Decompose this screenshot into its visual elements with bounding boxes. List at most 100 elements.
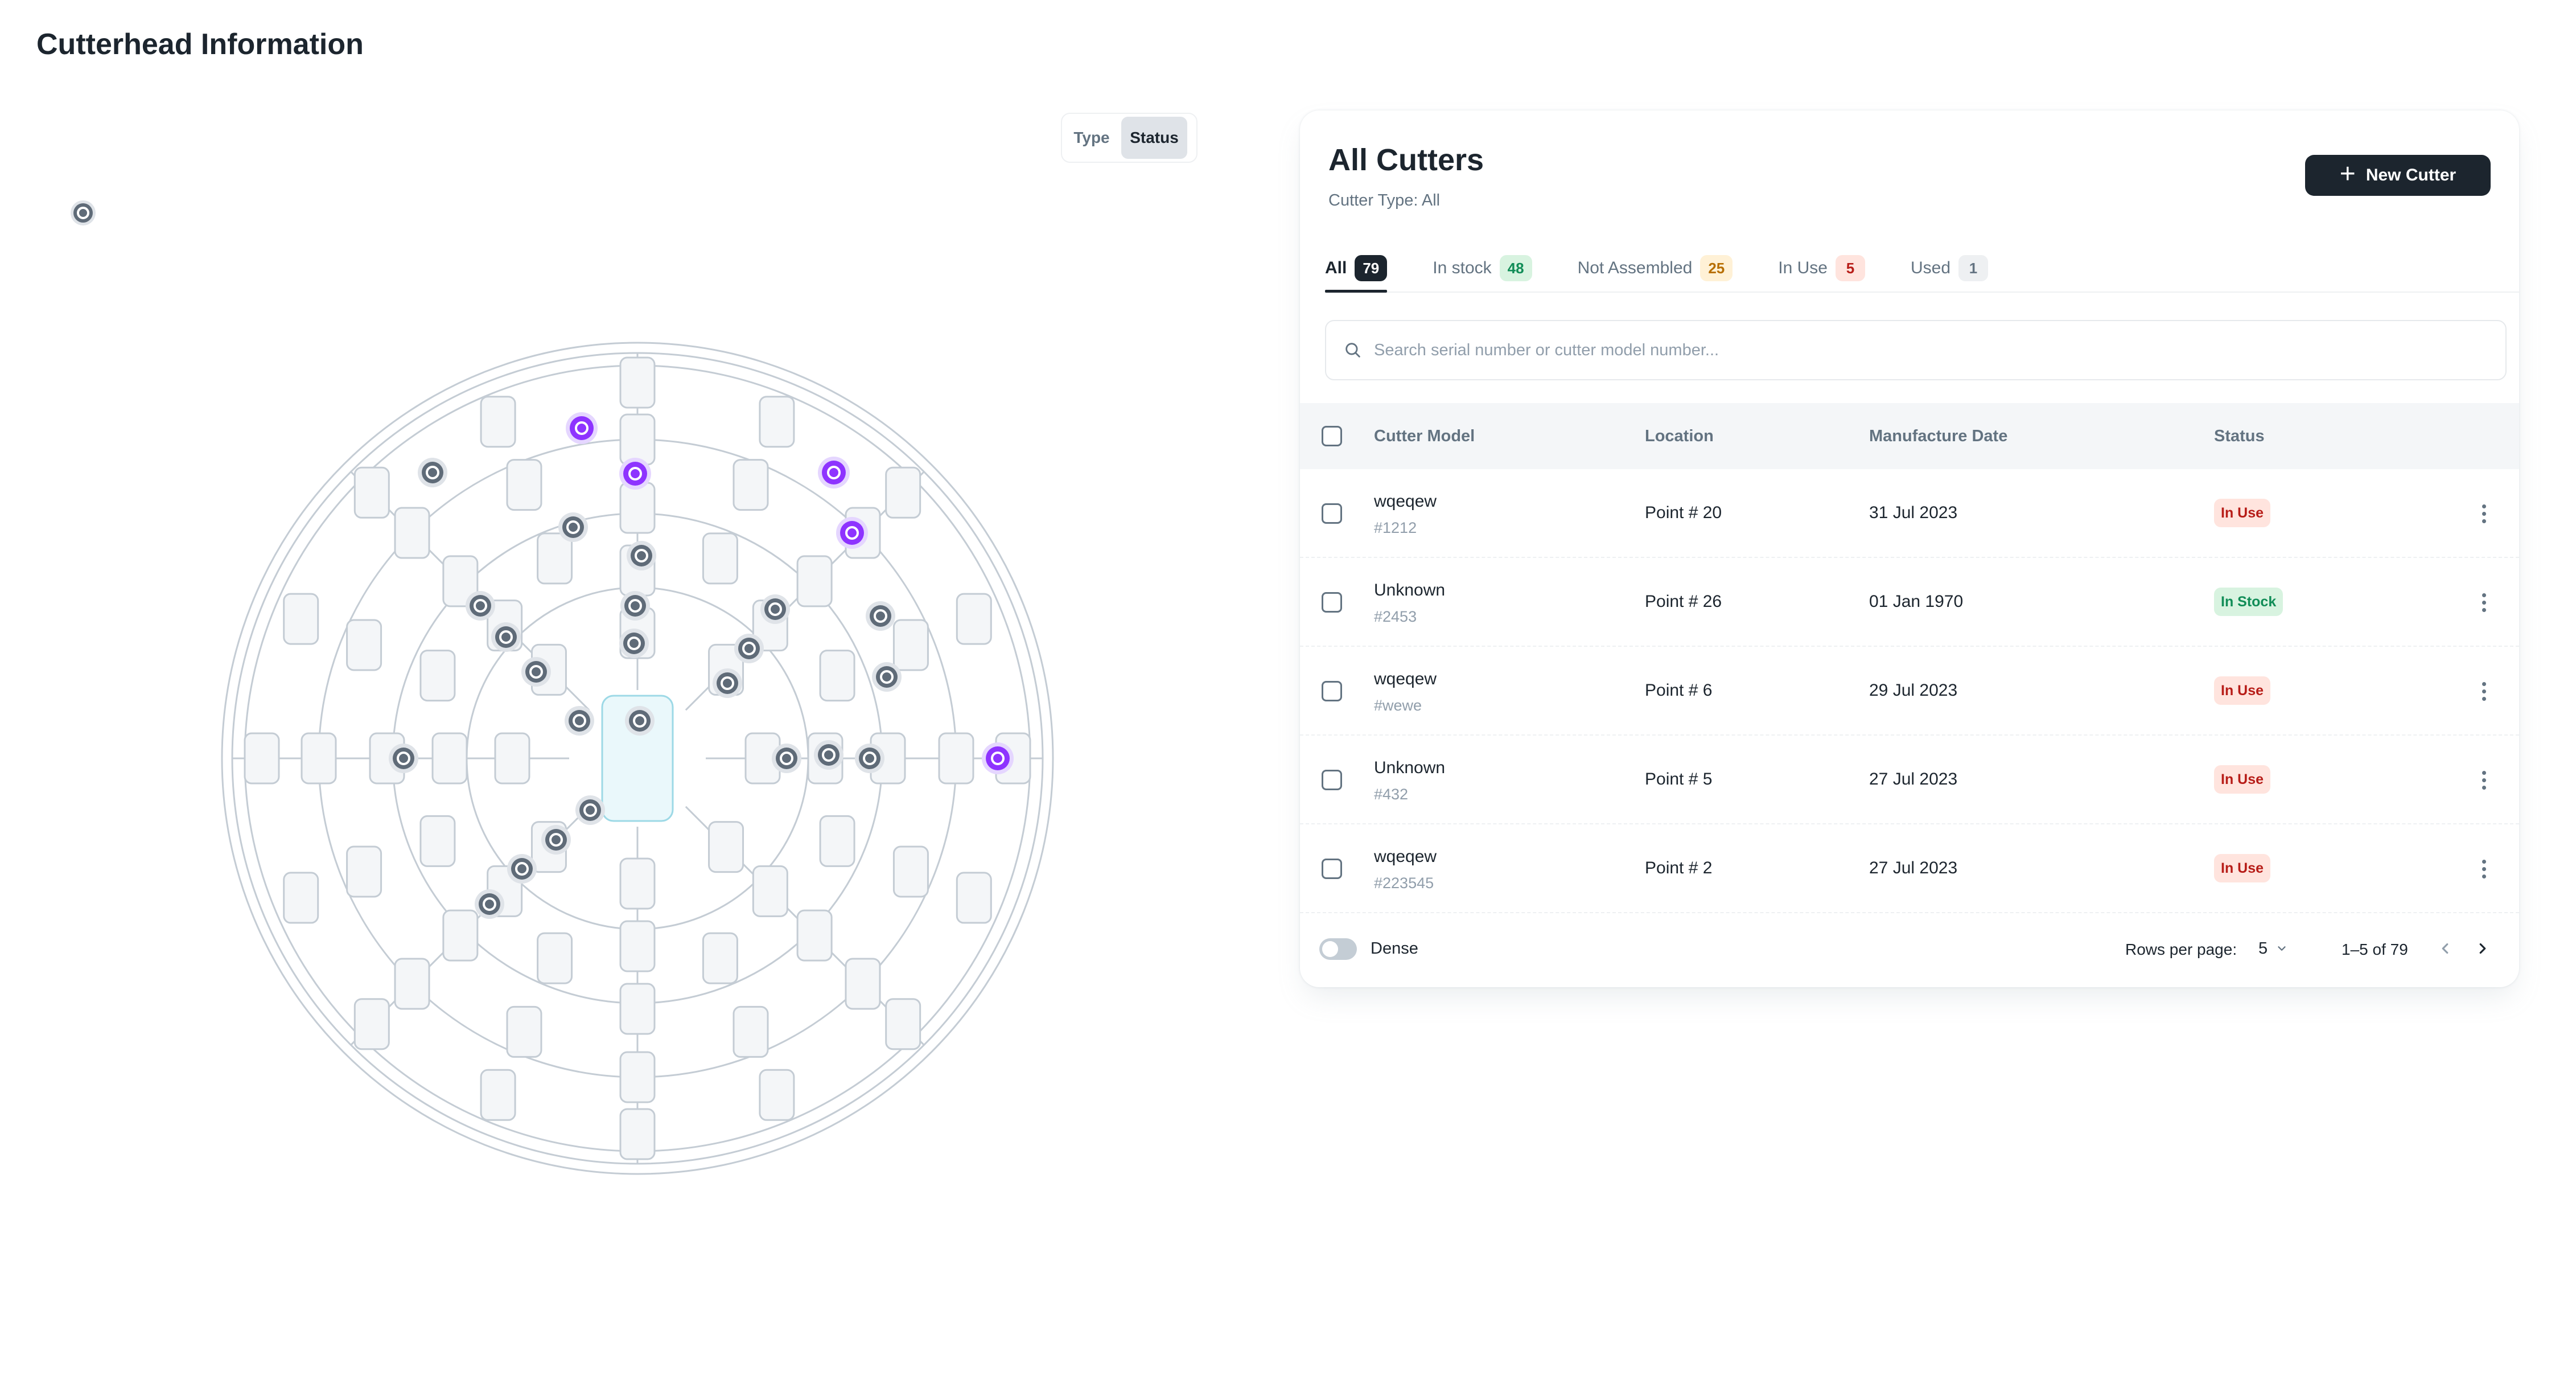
status-badge: In Stock [2214,588,2283,616]
marker-body [717,672,738,694]
count-badge: 48 [1499,255,1532,281]
row-actions-menu-icon[interactable] [2472,854,2495,884]
cutter-marker[interactable] [565,706,594,736]
marker-body [818,744,840,766]
highlighted-cutter-marker[interactable] [982,742,1014,774]
cutter-slot [353,998,390,1050]
table-row[interactable]: wqeqew #1212 Point # 20 31 Jul 2023 In U… [1300,469,2519,558]
table-row[interactable]: wqeqew #223545 Point # 2 27 Jul 2023 In … [1300,824,2519,913]
cutter-slot [419,650,456,702]
cutter-model: Unknown [1374,581,1446,600]
search-icon [1345,343,1360,358]
count-badge: 5 [1835,255,1865,281]
cutter-marker[interactable] [734,634,764,663]
dense-label: Dense [1371,939,1418,958]
marker-body [623,633,645,654]
cutter-slot [885,998,921,1050]
tab-in-use[interactable]: In Use 5 [1778,245,1865,291]
tab-label: In Use [1778,258,1828,277]
row-checkbox[interactable] [1322,681,1342,701]
column-header-location[interactable]: Location [1645,427,1714,446]
cutter-location: Point # 5 [1645,770,1713,789]
row-checkbox[interactable] [1322,503,1342,524]
highlighted-cutter-marker[interactable] [619,458,651,490]
search-input[interactable] [1374,340,2398,360]
cutter-marker[interactable] [814,740,843,770]
cutter-marker[interactable] [625,706,655,736]
marker-body [562,516,584,538]
cutter-marker[interactable] [619,629,649,658]
cutter-marker[interactable] [507,854,537,884]
pagination-range: 1–5 of 79 [2342,941,2408,958]
cutter-marker[interactable] [475,889,504,919]
column-header-date[interactable]: Manufacture Date [1869,427,2007,446]
table-row[interactable]: Unknown #2453 Point # 26 01 Jan 1970 In … [1300,558,2519,647]
rows-per-page-select[interactable]: 5 [2258,934,2299,963]
marker-body [764,598,786,620]
column-header-status[interactable]: Status [2214,427,2265,446]
row-actions-menu-icon[interactable] [2472,588,2495,617]
cutter-model: Unknown [1374,758,1446,777]
highlighted-cutter-marker[interactable] [566,412,598,444]
table-row[interactable]: wqeqew #wewe Point # 6 29 Jul 2023 In Us… [1300,647,2519,736]
highlighted-cutter-marker[interactable] [836,517,868,549]
row-actions-menu-icon[interactable] [2472,499,2495,528]
cutter-marker[interactable] [466,591,495,621]
toggle-type-button[interactable]: Type [1065,117,1118,159]
marker-body [525,661,547,683]
next-page-button[interactable] [2468,934,2497,963]
chevron-left-icon [2442,943,2449,954]
page-title: Cutterhead Information [36,28,364,61]
cutter-marker[interactable] [772,744,801,773]
toggle-status-button[interactable]: Status [1121,117,1187,159]
status-badge: In Use [2214,765,2271,794]
cutter-location: Point # 2 [1645,859,1713,877]
marker-body [495,626,517,648]
row-checkbox[interactable] [1322,592,1342,613]
row-actions-menu-icon[interactable] [2472,765,2495,795]
cutter-marker[interactable] [872,662,902,692]
highlighted-cutter-marker[interactable] [818,457,850,488]
cutter-marker[interactable] [760,594,790,624]
cutter-marker[interactable] [575,795,605,825]
tab-not-assembled[interactable]: Not Assembled 25 [1578,245,1733,291]
cutterhead-diagram [221,342,1054,1175]
status-badge: In Use [2214,676,2271,705]
cutter-marker[interactable] [866,601,895,631]
cutter-location: Point # 6 [1645,681,1713,700]
tab-in-stock[interactable]: In stock 48 [1433,245,1532,291]
cutter-marker[interactable] [418,458,447,487]
previous-page-button[interactable] [2430,934,2460,963]
cutter-marker[interactable] [713,668,742,698]
cutter-marker[interactable] [627,541,656,570]
new-cutter-button[interactable]: + New Cutter [2305,155,2491,196]
row-checkbox[interactable] [1322,859,1342,879]
cutter-marker[interactable] [491,622,521,652]
cutter-serial: #432 [1374,786,1409,803]
view-toggle: Type Status [1061,113,1198,163]
tab-used[interactable]: Used 1 [1911,245,1989,291]
row-actions-menu-icon[interactable] [2472,676,2495,706]
status-tabs: All 79 In stock 48 Not Assembled 25 In U… [1325,245,2519,293]
cutter-marker[interactable] [620,591,650,621]
cutter-slot [537,932,573,984]
cutter-marker[interactable] [855,744,884,773]
marker-body [393,748,414,769]
marker-body [422,462,443,483]
cutter-serial: #2453 [1374,608,1417,625]
column-header-model[interactable]: Cutter Model [1374,427,1475,446]
row-checkbox[interactable] [1322,770,1342,790]
cutter-marker[interactable] [558,512,588,542]
cutter-marker[interactable] [389,744,418,773]
cutter-slot [938,732,974,785]
chevron-right-icon [2479,943,2486,954]
cutter-marker[interactable] [521,657,551,687]
dense-toggle[interactable] [1319,938,1357,960]
marker-body [876,666,898,688]
marker-body [479,893,500,915]
tab-all[interactable]: All 79 [1325,245,1388,293]
table-row[interactable]: Unknown #432 Point # 5 27 Jul 2023 In Us… [1300,736,2519,824]
cutter-marker[interactable] [541,825,571,855]
select-all-checkbox[interactable] [1322,426,1342,446]
cutter-slot [442,909,479,962]
